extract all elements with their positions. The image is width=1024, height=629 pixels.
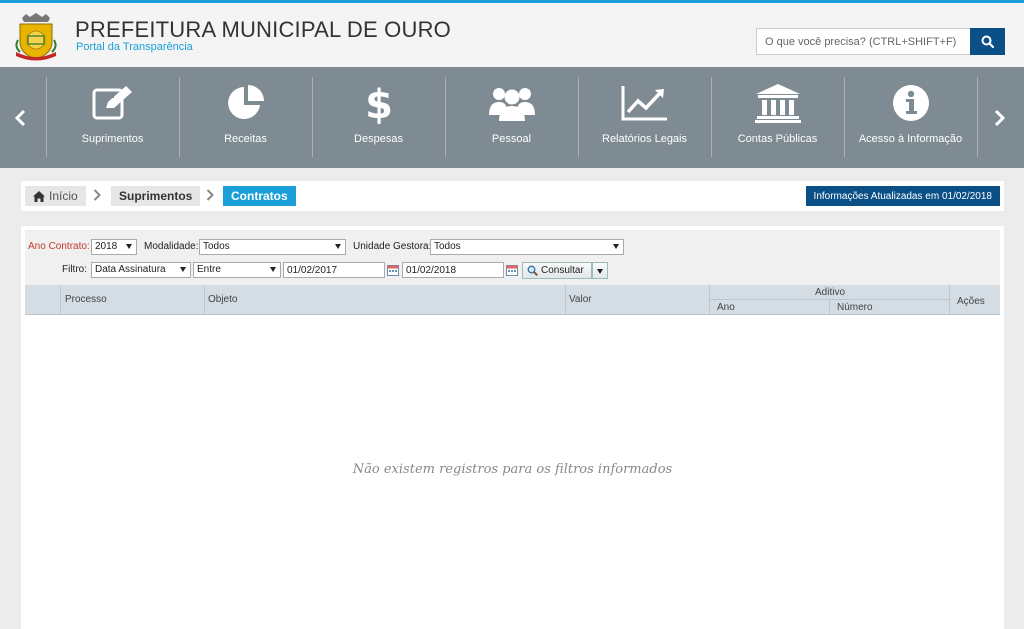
- modalidade-select[interactable]: Todos: [199, 239, 346, 255]
- search-button[interactable]: [970, 28, 1005, 55]
- nav-label: Pessoal: [491, 133, 532, 145]
- nav-label: Suprimentos: [81, 133, 144, 145]
- nav-item-relatorios-legais[interactable]: Relatórios Legais: [578, 67, 711, 168]
- unidade-gestora-select[interactable]: Todos: [430, 239, 624, 255]
- filtro-select[interactable]: Data Assinatura: [91, 262, 191, 278]
- column-processo[interactable]: Processo: [65, 294, 107, 305]
- portal-subtitle[interactable]: Portal da Transparência: [76, 41, 193, 53]
- column-valor[interactable]: Valor: [569, 294, 592, 305]
- search-input[interactable]: [756, 28, 970, 55]
- nav-item-suprimentos[interactable]: Suprimentos: [46, 67, 179, 168]
- column-acoes: Ações: [957, 296, 985, 307]
- chevron-left-icon: [14, 109, 26, 126]
- data-fim-input[interactable]: [402, 262, 504, 278]
- consultar-label: Consultar: [541, 265, 584, 276]
- nav-item-contas-publicas[interactable]: Contas Públicas: [711, 67, 844, 168]
- nav-item-receitas[interactable]: Receitas: [179, 67, 312, 168]
- magnifier-icon: [527, 265, 538, 276]
- nav-label: Receitas: [224, 133, 267, 145]
- calendar-icon[interactable]: [387, 264, 399, 276]
- breadcrumb-home-label: Início: [49, 189, 78, 203]
- filter-bar: Ano Contrato: 2018 Modalidade: Todos Uni…: [25, 230, 1000, 285]
- search-icon: [981, 35, 994, 48]
- unidade-gestora-value: Todos: [434, 241, 461, 252]
- search-box: [756, 28, 1005, 55]
- page-title: PREFEITURA MUNICIPAL DE OURO: [75, 17, 451, 42]
- info-icon: [892, 85, 929, 121]
- modalidade-value: Todos: [203, 241, 230, 252]
- nav-item-pessoal[interactable]: Pessoal: [445, 67, 578, 168]
- table-header: Processo Objeto Valor Aditivo Ano Número…: [25, 285, 1000, 315]
- pie-chart-icon: [227, 85, 264, 119]
- ano-contrato-value: 2018: [95, 241, 118, 252]
- data-inicio-input[interactable]: [283, 262, 385, 278]
- nav-label: Despesas: [354, 133, 403, 145]
- calendar-icon[interactable]: [506, 264, 518, 276]
- consultar-options-button[interactable]: [592, 262, 608, 279]
- ano-contrato-label: Ano Contrato:: [28, 241, 90, 252]
- chevron-right-icon: [994, 109, 1006, 126]
- nav-divider: [977, 77, 978, 157]
- nav-label: Contas Públicas: [737, 133, 818, 145]
- nav-prev-button[interactable]: [0, 67, 40, 168]
- chevron-right-icon: [206, 189, 214, 201]
- ano-contrato-select[interactable]: 2018: [91, 239, 137, 255]
- unidade-gestora-label: Unidade Gestora:: [353, 241, 432, 252]
- users-icon: [488, 88, 535, 121]
- main-nav: Suprimentos Receitas $ Despesas Pessoal …: [0, 67, 1024, 168]
- line-chart-icon: [621, 86, 667, 121]
- breadcrumb: Início Suprimentos Contratos Informações…: [21, 181, 1004, 211]
- modalidade-label: Modalidade:: [144, 241, 199, 252]
- nav-item-acesso-informacao[interactable]: Acesso à Informação: [844, 67, 977, 168]
- column-aditivo: Aditivo: [815, 287, 846, 298]
- dollar-icon: $: [365, 82, 393, 124]
- consultar-button[interactable]: Consultar: [522, 262, 592, 279]
- contracts-panel: Ano Contrato: 2018 Modalidade: Todos Uni…: [21, 226, 1004, 629]
- operador-value: Entre: [197, 264, 221, 275]
- edit-icon: [92, 86, 132, 120]
- nav-item-despesas[interactable]: $ Despesas: [312, 67, 445, 168]
- breadcrumb-current: Contratos: [223, 186, 296, 206]
- column-aditivo-numero[interactable]: Número: [837, 302, 873, 313]
- column-objeto[interactable]: Objeto: [208, 294, 237, 305]
- municipal-crest-logo: [15, 13, 57, 61]
- filtro-label: Filtro:: [62, 264, 87, 275]
- chevron-right-icon: [93, 189, 101, 201]
- svg-text:$: $: [365, 82, 393, 124]
- header: PREFEITURA MUNICIPAL DE OURO Portal da T…: [0, 3, 1024, 67]
- breadcrumb-home[interactable]: Início: [25, 186, 86, 206]
- breadcrumb-suprimentos[interactable]: Suprimentos: [111, 186, 201, 206]
- bank-icon: [754, 84, 801, 123]
- empty-results-message: Não existem registros para os filtros in…: [352, 462, 673, 477]
- nav-label: Relatórios Legais: [602, 133, 687, 145]
- home-icon: [33, 190, 45, 202]
- filtro-value: Data Assinatura: [95, 264, 166, 275]
- nav-next-button[interactable]: [980, 67, 1020, 168]
- page-right-gutter: [1005, 170, 1024, 629]
- column-aditivo-ano[interactable]: Ano: [717, 302, 735, 313]
- update-info-badge: Informações Atualizadas em 01/02/2018: [805, 186, 1000, 206]
- operador-select[interactable]: Entre: [193, 262, 281, 278]
- nav-label: Acesso à Informação: [858, 133, 963, 145]
